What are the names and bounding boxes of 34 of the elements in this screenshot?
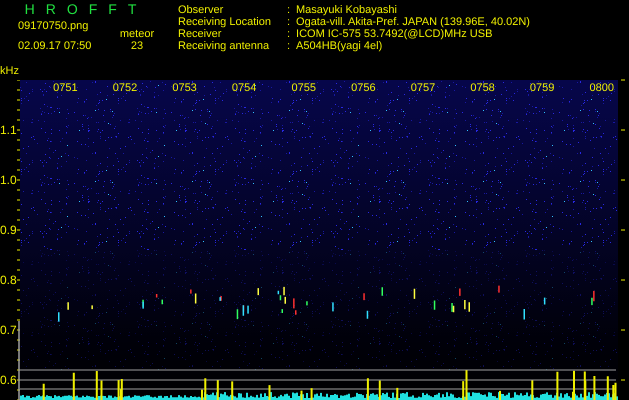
info-label: Receiving Location [178,16,272,28]
frequency-label: 0.7 [0,324,17,336]
meteor-count: 23 [130,40,144,52]
info-value: Ogata-vill. Akita-Pref. JAPAN (139.96E, 40.02N) [296,16,530,28]
frequency-unit: kHz [0,66,19,77]
info-label: Receiver [178,28,222,40]
info-value: A504HB(yagi 4el) [296,40,384,52]
meteor-label: meteor [120,28,154,40]
frequency-label: 1.0 [0,174,17,186]
frequency-label: 1.1 [0,124,17,136]
frequency-label: 0.6 [0,374,17,386]
frequency-label: 0.8 [0,274,17,286]
time-label: 0756 [351,82,376,94]
app-title: HROFFT [24,0,148,16]
time-label: 0757 [410,82,436,94]
time-label: 0755 [292,82,316,94]
time-label: 0754 [232,82,256,94]
date-time: 02.09.17 07:50 [18,40,92,52]
time-label: 0800 [590,82,614,94]
file-name: 09170750.png [18,20,90,32]
info-value: Masayuki Kobayashi [296,4,398,16]
time-label: 0751 [53,82,78,94]
separator: : [286,28,290,40]
info-value: ICOM IC-575 53.7492(@LCD)MHz USB [296,28,494,40]
time-label: 0759 [530,82,554,94]
info-label: Observer [178,4,224,16]
time-label: 0752 [112,82,138,94]
time-label: 0758 [470,82,495,94]
separator: : [286,16,290,28]
separator: : [286,4,290,16]
separator: : [286,40,290,52]
time-label: 0753 [172,82,197,94]
frequency-label: 0.9 [0,224,17,236]
info-label: Receiving antenna [178,40,270,52]
